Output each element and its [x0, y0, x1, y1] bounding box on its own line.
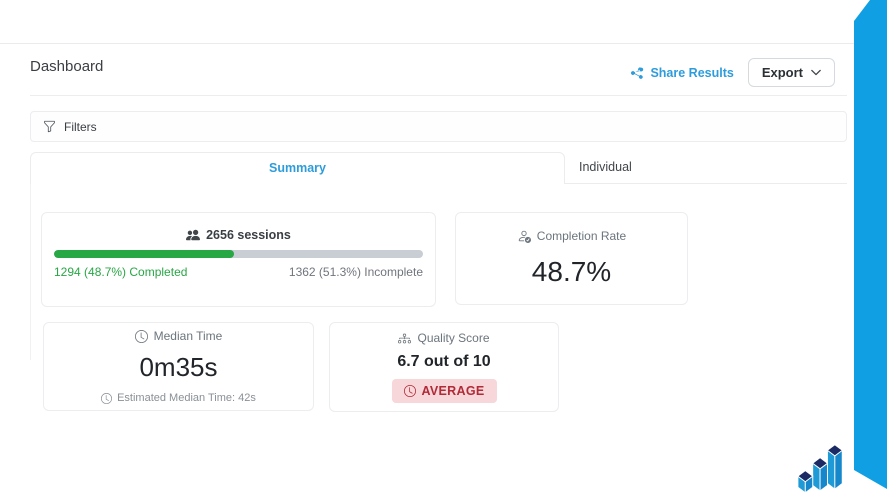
completion-rate-value: 48.7%: [531, 256, 612, 287]
share-results-label: Share Results: [650, 65, 734, 80]
quality-status-badge: AVERAGE: [391, 379, 497, 403]
median-time-label: Median Time: [153, 329, 223, 343]
quality-score-value: 6.7 out of 10: [397, 353, 491, 370]
sessions-legend: 1294 (48.7%) Completed 1362 (51.3%) Inco…: [54, 265, 423, 279]
logo-step-bars: [797, 444, 843, 494]
quality-score-header: Quality Score: [398, 331, 490, 345]
quality-score-card: Quality Score 6.7 out of 10 AVERAGE: [329, 322, 559, 412]
header-divider: [30, 95, 847, 96]
completed-count-label: 1294 (48.7%) Completed: [54, 265, 188, 279]
header-actions: Share Results Export: [630, 58, 835, 87]
sessions-progress-completed: [54, 250, 234, 258]
diagram-icon: [398, 333, 412, 343]
completion-rate-label: Completion Rate: [536, 229, 627, 243]
quality-badge-label: AVERAGE: [421, 384, 485, 398]
tab-summary[interactable]: Summary: [30, 152, 565, 184]
people-icon: [186, 229, 201, 241]
estimated-median-time-label: Estimated Median Time: 42s: [117, 392, 256, 404]
median-time-header: Median Time: [134, 329, 223, 343]
tab-bar: Summary Individual: [30, 152, 847, 184]
estimated-median-time: Estimated Median Time: 42s: [101, 392, 256, 404]
funnel-icon: [44, 120, 55, 133]
page-title: Dashboard: [30, 58, 104, 75]
completion-rate-card: Completion Rate 48.7%: [455, 212, 688, 305]
tab-pane-edge: [30, 184, 31, 360]
clock-icon: [134, 329, 148, 343]
export-label: Export: [761, 65, 803, 80]
badge-clock-icon: [403, 385, 416, 397]
filters-label: Filters: [64, 119, 97, 134]
filters-bar[interactable]: Filters: [30, 111, 847, 142]
dashboard-screen: Dashboard Share Results Export Filters S…: [0, 0, 887, 499]
sessions-progress-bar: [54, 250, 423, 258]
completion-rate-header: Completion Rate: [517, 229, 626, 243]
top-navigation-bar: [0, 0, 887, 44]
median-time-card: Median Time 0m35s Estimated Median Time:…: [43, 322, 314, 411]
sessions-card: 2656 sessions 1294 (48.7%) Completed 136…: [41, 212, 436, 307]
quality-score-label: Quality Score: [417, 331, 490, 345]
median-time-value: 0m35s: [139, 352, 218, 382]
export-button[interactable]: Export: [747, 58, 835, 87]
share-icon: [631, 66, 644, 79]
sessions-header: 2656 sessions: [54, 228, 423, 242]
share-results-button[interactable]: Share Results: [630, 65, 734, 80]
sessions-total-label: 2656 sessions: [206, 228, 291, 242]
person-check-icon: [518, 230, 531, 243]
tab-individual[interactable]: Individual: [565, 152, 847, 184]
chevron-down-icon: [811, 69, 821, 76]
clock-icon-small: [101, 392, 113, 404]
incomplete-count-label: 1362 (51.3%) Incomplete: [288, 265, 423, 279]
